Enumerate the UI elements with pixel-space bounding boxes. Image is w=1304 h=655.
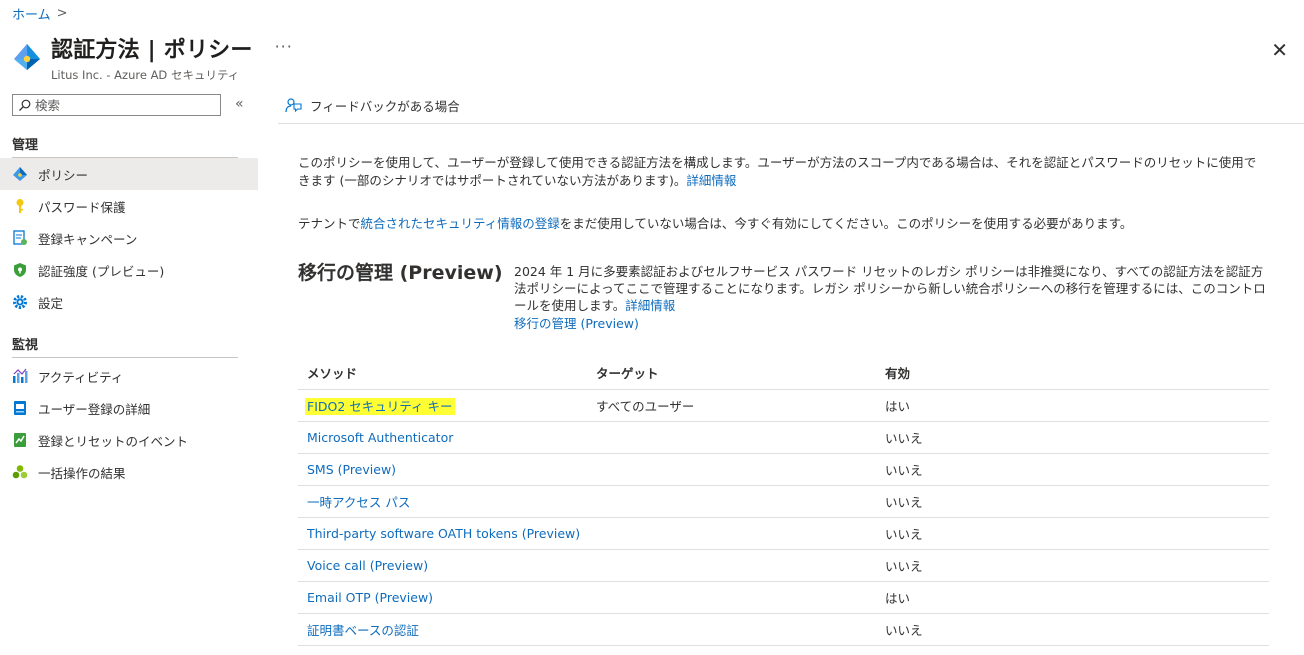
page-title: 認証方法 | ポリシー xyxy=(51,38,253,63)
tenant-note: テナントで統合されたセキュリティ情報の登録をまだ使用していない場合は、今すぐ有効… xyxy=(298,213,1132,232)
method-enabled: いいえ xyxy=(876,613,1269,646)
tenant-note-prefix: テナントで xyxy=(298,216,361,231)
sidebar-item-label: 登録とリセットのイベント xyxy=(38,433,189,449)
table-row[interactable]: Third-party software OATH tokens (Previe… xyxy=(298,517,1269,550)
method-target xyxy=(587,453,876,486)
migration-learn-more-link[interactable]: 詳細情報 xyxy=(625,298,675,313)
gear-icon xyxy=(12,294,28,310)
method-link-voice-call[interactable]: Voice call (Preview) xyxy=(307,558,428,573)
manage-migration-link[interactable]: 移行の管理 (Preview) xyxy=(514,313,639,332)
sidebar-item-registration-reset-events[interactable]: 登録とリセットのイベント xyxy=(0,424,258,456)
column-header-method[interactable]: メソッド xyxy=(298,355,587,390)
sidebar-item-auth-strength[interactable]: 認証強度 (プレビュー) xyxy=(0,254,258,286)
tenant-note-suffix: をまだ使用していない場合は、今すぐ有効にしてください。このポリシーを使用する必要… xyxy=(559,216,1133,231)
policy-icon xyxy=(12,166,28,182)
table-row[interactable]: Microsoft Authenticator いいえ xyxy=(298,421,1269,454)
table-header-row: メソッド ターゲット 有効 xyxy=(298,355,1269,390)
toolbar-divider xyxy=(278,123,1304,124)
azure-ad-logo-icon xyxy=(14,44,40,70)
method-link-email-otp[interactable]: Email OTP (Preview) xyxy=(307,590,433,605)
method-enabled: はい xyxy=(876,389,1269,422)
events-icon xyxy=(12,432,28,448)
method-link-temporary-access-pass[interactable]: 一時アクセス パス xyxy=(307,495,410,510)
nav-section-monitor: 監視 xyxy=(12,338,39,353)
table-row[interactable]: Email OTP (Preview) はい xyxy=(298,581,1269,614)
sidebar-item-label: 登録キャンペーン xyxy=(38,231,138,247)
feedback-icon xyxy=(285,98,302,113)
method-target xyxy=(587,421,876,454)
method-link-oath-tokens[interactable]: Third-party software OATH tokens (Previe… xyxy=(307,526,580,541)
breadcrumb: ホーム > xyxy=(12,4,68,23)
method-link-microsoft-authenticator[interactable]: Microsoft Authenticator xyxy=(307,430,453,445)
sidebar-item-label: 一括操作の結果 xyxy=(38,465,126,481)
method-target xyxy=(587,613,876,646)
method-target xyxy=(587,549,876,582)
more-options-icon[interactable]: ··· xyxy=(275,37,293,56)
sidebar-item-label: 認証強度 (プレビュー) xyxy=(38,263,165,279)
nav-divider xyxy=(12,357,238,358)
method-enabled: いいえ xyxy=(876,549,1269,582)
migration-description: 2024 年 1 月に多要素認証およびセルフサービス パスワード リセットのレガ… xyxy=(514,263,1274,314)
method-target: すべてのユーザー xyxy=(587,389,876,422)
close-icon[interactable]: ✕ xyxy=(1271,38,1288,62)
sidebar-item-user-registration-details[interactable]: ユーザー登録の詳細 xyxy=(0,392,258,424)
sidebar-item-label: 設定 xyxy=(38,295,64,311)
sidebar-item-password-protection[interactable]: パスワード保護 xyxy=(0,190,258,222)
feedback-label: フィードバックがある場合 xyxy=(310,99,460,114)
sidebar-item-bulk-operation-results[interactable]: 一括操作の結果 xyxy=(0,456,258,488)
combined-registration-link[interactable]: 統合されたセキュリティ情報の登録 xyxy=(361,216,560,231)
column-header-target[interactable]: ターゲット xyxy=(587,355,876,390)
search-icon xyxy=(19,99,31,111)
key-icon xyxy=(12,198,28,214)
page-header: 認証方法 | ポリシー ··· Litus Inc. - Azure AD セキ… xyxy=(12,32,293,83)
breadcrumb-separator: > xyxy=(56,6,68,21)
method-target xyxy=(587,517,876,550)
method-target xyxy=(587,485,876,518)
method-link-sms[interactable]: SMS (Preview) xyxy=(307,462,396,477)
method-enabled: はい xyxy=(876,581,1269,614)
sidebar-item-policy[interactable]: ポリシー xyxy=(0,158,258,190)
sidebar-item-settings[interactable]: 設定 xyxy=(0,286,258,318)
method-link-fido2[interactable]: FIDO2 セキュリティ キー xyxy=(305,398,455,415)
sidebar-search[interactable] xyxy=(12,94,221,116)
intro-description: このポリシーを使用して、ユーザーが登録して使用できる認証方法を構成します。ユーザ… xyxy=(298,155,1257,188)
campaign-icon xyxy=(12,230,28,246)
sidebar-item-label: ユーザー登録の詳細 xyxy=(38,401,151,417)
sidebar-item-activity[interactable]: アクティビティ xyxy=(0,360,258,392)
method-enabled: いいえ xyxy=(876,517,1269,550)
collapse-sidebar-icon[interactable]: « xyxy=(235,96,244,112)
nav-section-manage: 管理 xyxy=(12,138,39,153)
method-enabled: いいえ xyxy=(876,485,1269,518)
sidebar-item-label: パスワード保護 xyxy=(38,199,126,215)
page-subtitle: Litus Inc. - Azure AD セキュリティ xyxy=(51,68,240,82)
column-header-enabled[interactable]: 有効 xyxy=(876,355,1269,390)
auth-methods-table: メソッド ターゲット 有効 FIDO2 セキュリティ キー すべてのユーザー は… xyxy=(298,355,1269,646)
sidebar-item-registration-campaign[interactable]: 登録キャンペーン xyxy=(0,222,258,254)
method-target xyxy=(587,581,876,614)
intro-text: このポリシーを使用して、ユーザーが登録して使用できる認証方法を構成します。ユーザ… xyxy=(298,154,1266,190)
method-link-certificate-based-auth[interactable]: 証明書ベースの認証 xyxy=(307,623,419,638)
search-input[interactable] xyxy=(35,97,215,113)
migration-section-title: 移行の管理 (Preview) xyxy=(298,262,503,284)
table-row[interactable]: SMS (Preview) いいえ xyxy=(298,453,1269,486)
table-row[interactable]: Voice call (Preview) いいえ xyxy=(298,549,1269,582)
table-row[interactable]: 証明書ベースの認証 いいえ xyxy=(298,613,1269,646)
bulk-results-icon xyxy=(12,464,28,480)
breadcrumb-home-link[interactable]: ホーム xyxy=(12,4,51,23)
shield-icon xyxy=(12,262,28,278)
method-enabled: いいえ xyxy=(876,453,1269,486)
feedback-button[interactable]: フィードバックがある場合 xyxy=(285,96,460,115)
sidebar-item-label: アクティビティ xyxy=(38,369,124,385)
intro-learn-more-link[interactable]: 詳細情報 xyxy=(686,173,736,188)
sidebar-item-label: ポリシー xyxy=(38,167,89,183)
user-details-icon xyxy=(12,400,28,416)
table-row[interactable]: FIDO2 セキュリティ キー すべてのユーザー はい xyxy=(298,389,1269,422)
activity-chart-icon xyxy=(12,368,28,384)
method-enabled: いいえ xyxy=(876,421,1269,454)
table-row[interactable]: 一時アクセス パス いいえ xyxy=(298,485,1269,518)
